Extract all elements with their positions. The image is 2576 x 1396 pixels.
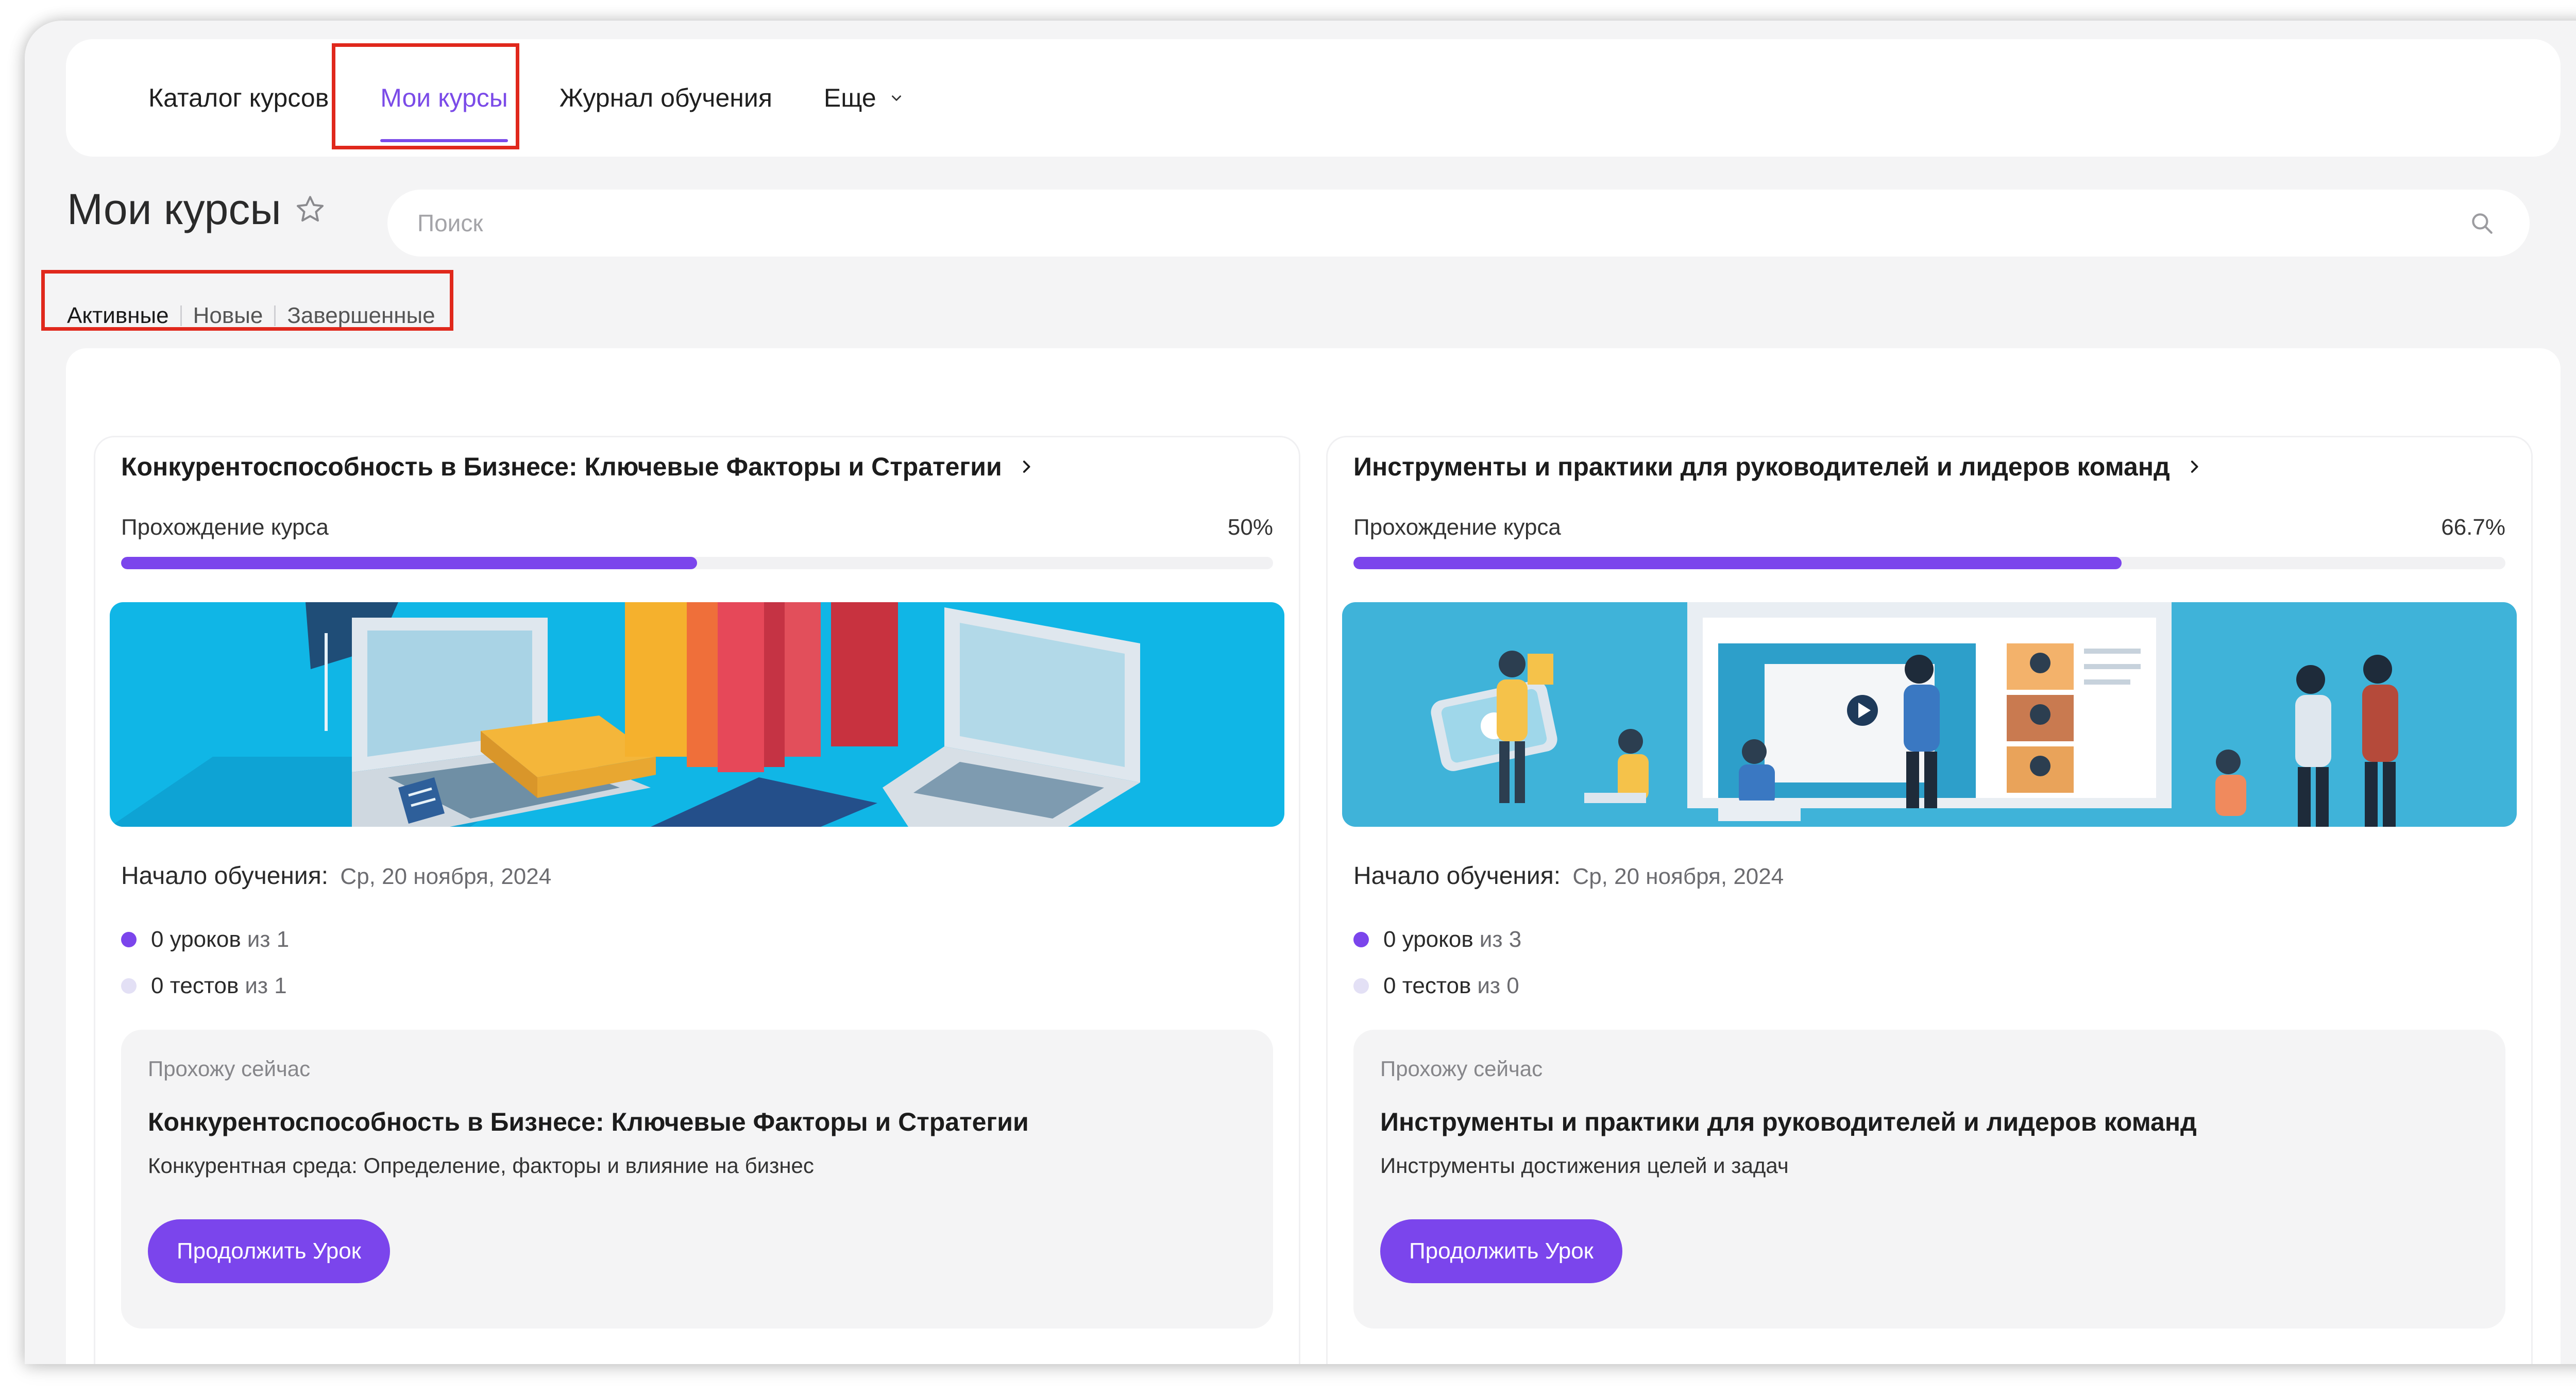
nav-item-journal[interactable]: Журнал обучения (560, 39, 772, 157)
chevron-down-icon (891, 95, 901, 101)
search-icon[interactable] (2469, 210, 2495, 236)
course-card: Инструменты и практики для руководителей… (1326, 436, 2533, 1364)
course-banner-image (110, 602, 1284, 827)
progress-bar (1353, 557, 2505, 569)
tests-dot (121, 978, 137, 994)
tests-dot (1353, 978, 1369, 994)
nav-item-my-courses[interactable]: Мои курсы (380, 39, 509, 157)
divider (274, 305, 276, 326)
nav-item-catalog[interactable]: Каталог курсов (148, 39, 329, 157)
filter-tab-active[interactable]: Активные (67, 303, 169, 329)
filter-tab-new[interactable]: Новые (193, 303, 263, 329)
lessons-dot (1353, 932, 1369, 947)
nav-item-label: Журнал обучения (559, 83, 772, 112)
app-window: Каталог курсов Мои курсы Журнал обучения… (25, 21, 2576, 1364)
progress-bar (121, 557, 1273, 569)
lessons-stat: 0 уроков из 1 (121, 927, 289, 952)
progress-value: 50% (1227, 515, 1273, 540)
lessons-count: 0 уроков (151, 927, 241, 952)
top-navigation: Каталог курсов Мои курсы Журнал обучения… (66, 39, 2561, 157)
course-title: Конкурентоспособность в Бизнесе: Ключевы… (121, 452, 1002, 481)
course-title-link[interactable]: Конкурентоспособность в Бизнесе: Ключевы… (121, 452, 1035, 482)
tests-total: из 0 (1477, 973, 1519, 998)
continue-lesson-button[interactable]: Продолжить Урок (1380, 1219, 1622, 1283)
tests-count: 0 тестов (151, 973, 239, 998)
progress-label: Прохождение курса (121, 515, 329, 540)
nav-item-more[interactable]: Еще (824, 39, 903, 157)
divider (180, 305, 182, 326)
tests-total: из 1 (245, 973, 287, 998)
tests-stat: 0 тестов из 0 (1353, 973, 1519, 999)
education-isometric-illustration (110, 602, 1284, 827)
lessons-total: из 3 (1479, 927, 1522, 952)
start-date-value: Ср, 20 ноября, 2024 (340, 864, 552, 889)
courses-panel: Конкурентоспособность в Бизнесе: Ключевы… (66, 348, 2561, 1364)
nav-item-label: Каталог курсов (148, 83, 329, 112)
progress-label: Прохождение курса (1353, 515, 1561, 540)
filter-tab-completed[interactable]: Завершенные (287, 303, 435, 329)
tests-count: 0 тестов (1383, 973, 1471, 998)
page-title: Мои курсы (67, 184, 327, 234)
start-date-label: Начало обучения: (121, 862, 329, 890)
progress-bar-fill (121, 557, 697, 569)
lessons-stat: 0 уроков из 3 (1353, 927, 1521, 952)
status-filter-tabs: Активные Новые Завершенные (67, 303, 435, 329)
current-course-title: Конкурентоспособность в Бизнесе: Ключевы… (148, 1108, 1029, 1136)
course-title: Инструменты и практики для руководителей… (1353, 452, 2170, 481)
lessons-count: 0 уроков (1383, 927, 1473, 952)
nav-item-label: Мои курсы (380, 83, 508, 112)
course-card: Конкурентоспособность в Бизнесе: Ключевы… (94, 436, 1300, 1364)
continue-lesson-button[interactable]: Продолжить Урок (148, 1219, 390, 1283)
start-date-value: Ср, 20 ноября, 2024 (1572, 864, 1784, 889)
online-meeting-illustration (1342, 602, 2517, 827)
page-title-text: Мои курсы (67, 185, 281, 233)
current-lesson-name: Инструменты достижения целей и задач (1380, 1153, 1789, 1178)
current-lesson-name: Конкурентная среда: Определение, факторы… (148, 1153, 814, 1178)
current-caption: Прохожу сейчас (148, 1057, 311, 1081)
nav-item-label: Еще (823, 83, 876, 112)
lessons-dot (121, 932, 137, 947)
tests-stat: 0 тестов из 1 (121, 973, 287, 999)
lessons-total: из 1 (247, 927, 290, 952)
start-date-label: Начало обучения: (1353, 862, 1561, 890)
star-outline-icon[interactable] (294, 193, 327, 226)
course-banner-image (1342, 602, 2517, 827)
chevron-right-icon (2191, 461, 2198, 473)
search-bar (387, 190, 2530, 257)
search-input[interactable] (416, 209, 2468, 237)
current-caption: Прохожу сейчас (1380, 1057, 1543, 1081)
start-date-row: Начало обучения: Ср, 20 ноября, 2024 (1353, 862, 1784, 890)
progress-value: 66.7% (2441, 515, 2505, 540)
course-title-link[interactable]: Инструменты и практики для руководителей… (1353, 452, 2203, 482)
current-lesson-box: Прохожу сейчас Инструменты и практики дл… (1353, 1030, 2505, 1329)
progress-bar-fill (1353, 557, 2122, 569)
current-course-title: Инструменты и практики для руководителей… (1380, 1108, 2197, 1136)
chevron-right-icon (1023, 461, 1030, 473)
current-lesson-box: Прохожу сейчас Конкурентоспособность в Б… (121, 1030, 1273, 1329)
start-date-row: Начало обучения: Ср, 20 ноября, 2024 (121, 862, 551, 890)
